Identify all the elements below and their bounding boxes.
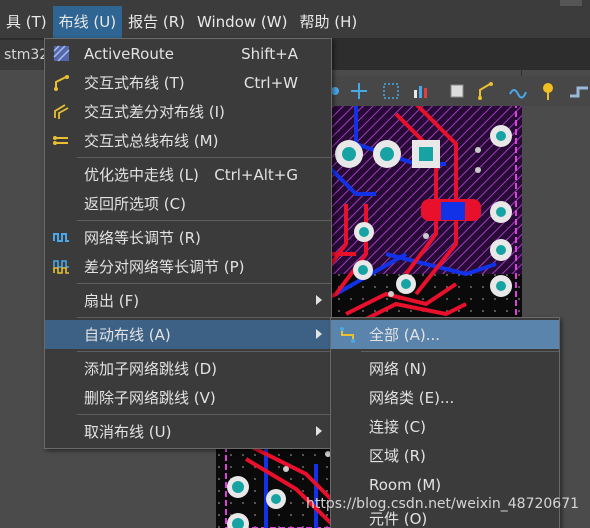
- menu-item-autoroute[interactable]: 自动布线 (A): [45, 320, 331, 349]
- menu-help[interactable]: 帮助 (H): [293, 6, 363, 38]
- menu-item-diff-length-tuning[interactable]: 差分对网络等长调节 (P): [45, 252, 331, 281]
- pcb-toolbar: [318, 76, 590, 106]
- menu-separator: [77, 283, 331, 284]
- polygon-icon[interactable]: [568, 80, 590, 102]
- menu-item-fanout[interactable]: 扇出 (F): [45, 286, 331, 315]
- menu-item-optimize-route[interactable]: 优化选中走线 (L) Ctrl+Alt+G: [45, 160, 331, 189]
- menu-item-add-subnet-jumper[interactable]: 添加子网络跳线 (D): [45, 354, 331, 383]
- menu-separator: [77, 351, 331, 352]
- menubar: 具 (T) 布线 (U) 报告 (R) Window (W) 帮助 (H): [0, 6, 590, 38]
- menu-item-diff-pair-route[interactable]: 交互式差分对布线 (I): [45, 97, 331, 126]
- diff-pair-route-icon: [53, 103, 70, 120]
- menu-item-interactive-route[interactable]: 交互式布线 (T) Ctrl+W: [45, 68, 331, 97]
- menu-item-activeroute[interactable]: ActiveRoute Shift+A: [45, 39, 331, 68]
- menu-separator: [77, 317, 331, 318]
- pin-icon[interactable]: [538, 80, 560, 102]
- length-tune-icon: [53, 229, 70, 246]
- menu-item-retrace-selected[interactable]: 返回所选项 (C): [45, 189, 331, 218]
- submenu-item-net[interactable]: 网络 (N): [331, 354, 559, 383]
- menu-tools[interactable]: 具 (T): [0, 6, 53, 38]
- diff-length-tune-icon: [53, 258, 70, 275]
- menu-separator: [361, 351, 559, 352]
- activeroute-icon: [53, 45, 70, 62]
- watermark-text: https://blog.csdn.net/weixin_48720671: [306, 496, 580, 512]
- bus-route-icon: [53, 132, 70, 149]
- select-rect-icon[interactable]: [380, 80, 402, 102]
- menu-separator: [77, 414, 331, 415]
- menu-reports[interactable]: 报告 (R): [122, 6, 191, 38]
- menu-item-remove-subnet-jumper[interactable]: 删除子网络跳线 (V): [45, 383, 331, 412]
- submenu-arrow-icon: [316, 295, 322, 305]
- submenu-arrow-icon: [316, 426, 322, 436]
- autoroute-all-icon: [339, 326, 356, 343]
- submenu-item-all[interactable]: 全部 (A)...: [331, 320, 559, 349]
- submenu-item-net-class[interactable]: 网络类 (E)...: [331, 383, 559, 412]
- route-menu: ActiveRoute Shift+A 交互式布线 (T) Ctrl+W 交互式…: [44, 38, 332, 449]
- diff-pair-icon[interactable]: [508, 80, 530, 102]
- submenu-item-room[interactable]: Room (M): [331, 470, 559, 499]
- menu-separator: [77, 157, 331, 158]
- menu-item-length-tuning[interactable]: 网络等长调节 (R): [45, 223, 331, 252]
- menu-route[interactable]: 布线 (U): [52, 6, 123, 38]
- menu-separator: [77, 220, 331, 221]
- app-window: 具 (T) 布线 (U) 报告 (R) Window (W) 帮助 (H) st…: [0, 0, 590, 528]
- menu-item-bus-route[interactable]: 交互式总线布线 (M): [45, 126, 331, 155]
- crosshair-icon[interactable]: [348, 80, 370, 102]
- submenu-item-area[interactable]: 区域 (R): [331, 441, 559, 470]
- submenu-arrow-icon: [316, 329, 322, 339]
- menu-window[interactable]: Window (W): [191, 6, 293, 38]
- chart-icon[interactable]: [410, 80, 432, 102]
- submenu-item-connection[interactable]: 连接 (C): [331, 412, 559, 441]
- menu-item-unroute[interactable]: 取消布线 (U): [45, 417, 331, 446]
- interactive-route-icon: [53, 74, 70, 91]
- route-icon[interactable]: [476, 80, 498, 102]
- component-icon[interactable]: [446, 80, 468, 102]
